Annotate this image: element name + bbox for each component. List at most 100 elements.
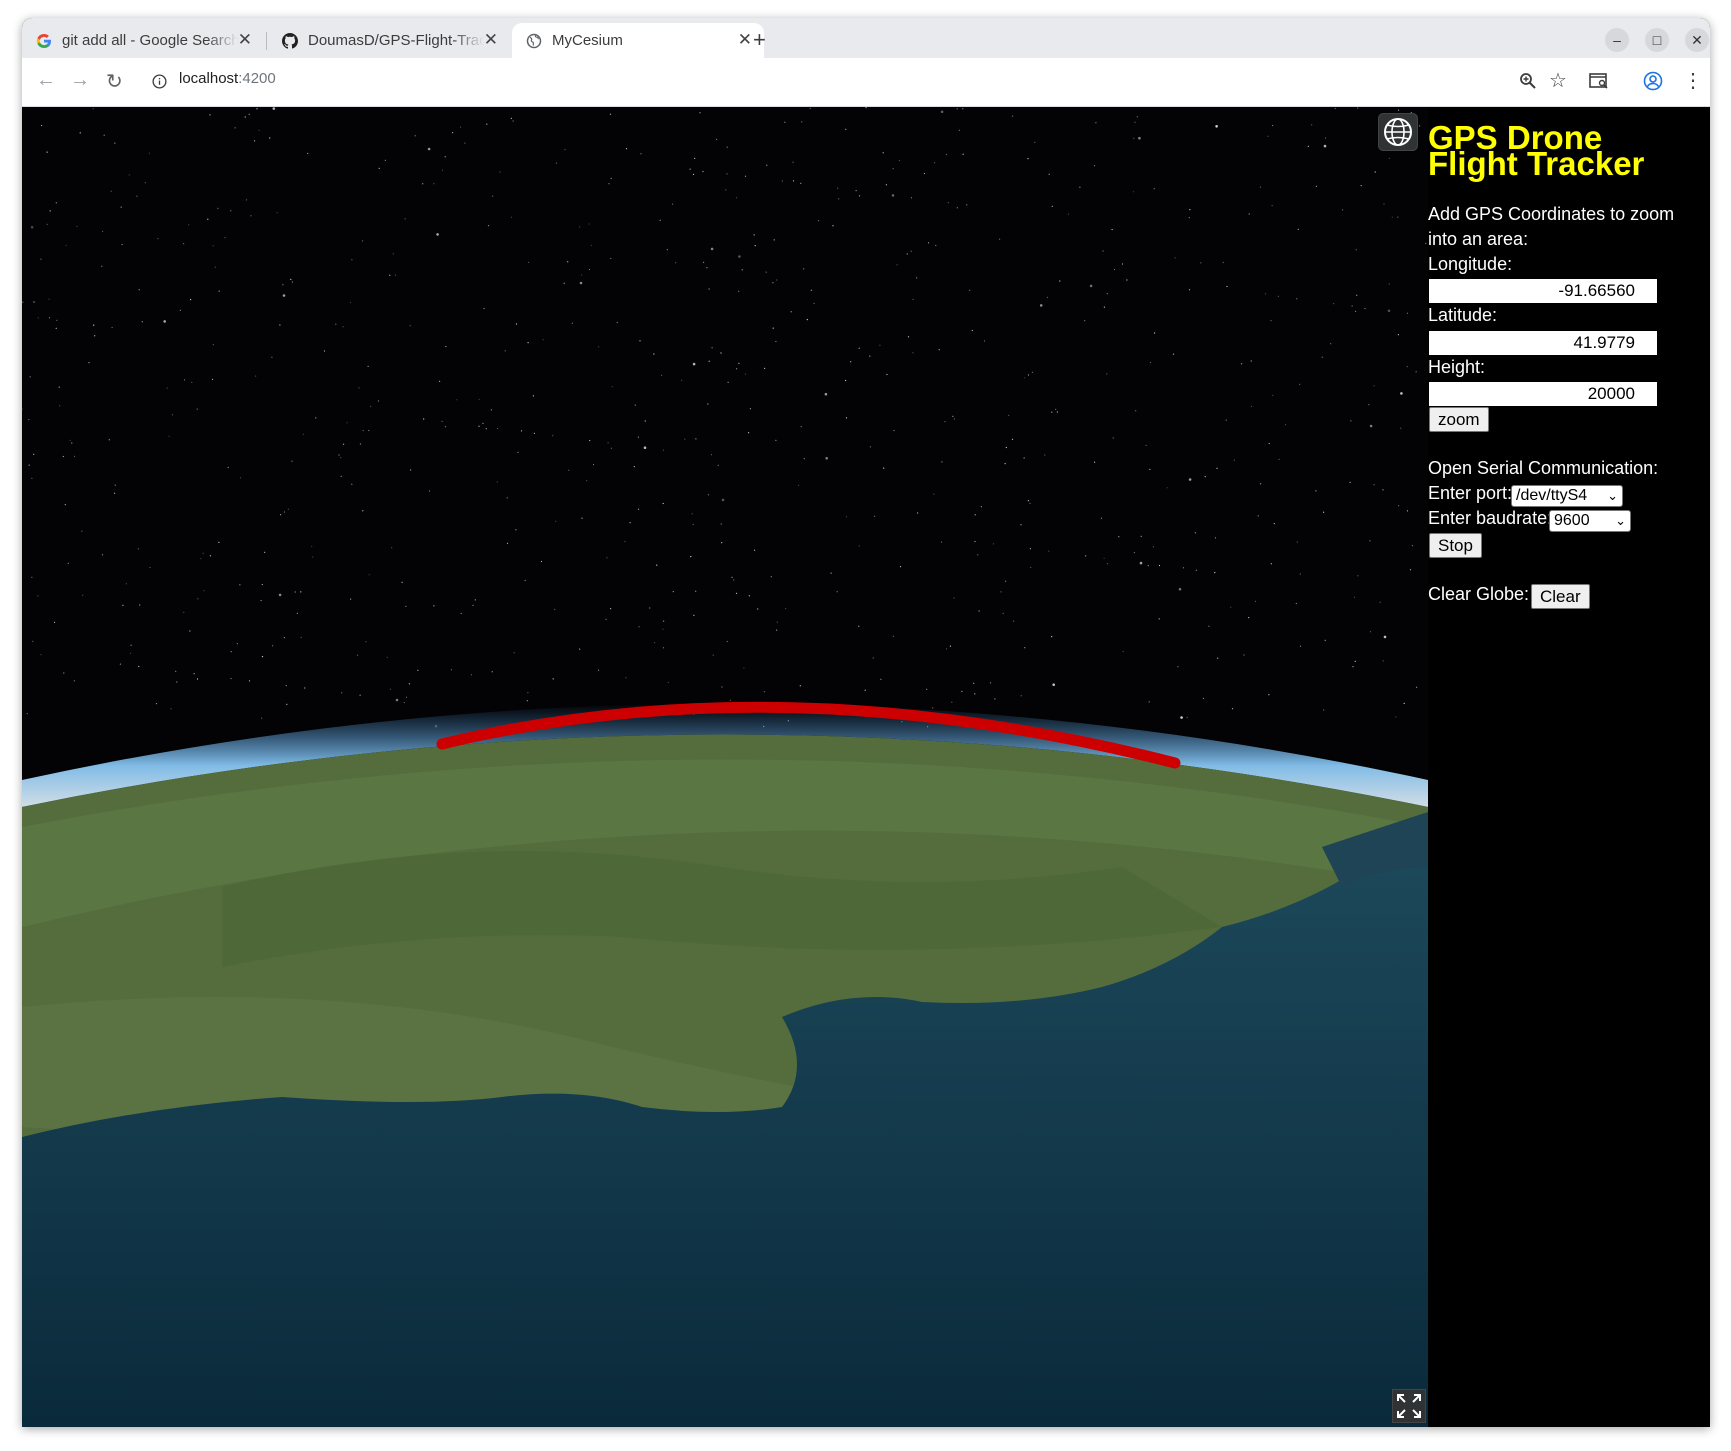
star xyxy=(175,670,177,672)
star xyxy=(197,598,199,600)
star xyxy=(444,156,446,158)
site-info-icon[interactable] xyxy=(152,74,167,89)
star xyxy=(886,373,888,376)
star xyxy=(1257,515,1259,517)
new-tab-button[interactable]: + xyxy=(753,27,766,53)
star xyxy=(974,693,976,695)
star xyxy=(1158,618,1160,620)
star xyxy=(1147,565,1149,567)
globe-view-button[interactable] xyxy=(1378,113,1418,151)
star xyxy=(858,625,860,627)
zoom-icon[interactable] xyxy=(1519,72,1537,90)
baudrate-select[interactable]: 9600 ⌄ xyxy=(1549,510,1631,532)
star xyxy=(1395,716,1397,718)
star xyxy=(81,530,83,532)
cesium-globe-viewer[interactable] xyxy=(22,107,1428,1427)
forward-icon[interactable]: → xyxy=(70,69,90,92)
tab-mycesium[interactable]: MyCesium ✕ xyxy=(512,23,764,58)
star xyxy=(940,541,943,543)
profile-icon[interactable] xyxy=(1643,71,1663,91)
star xyxy=(250,215,252,217)
star xyxy=(1382,660,1384,662)
stop-button[interactable]: Stop xyxy=(1429,533,1482,558)
back-icon[interactable]: ← xyxy=(36,69,56,92)
close-tab-icon[interactable]: ✕ xyxy=(238,30,252,50)
star xyxy=(770,576,772,578)
minimize-button[interactable]: – xyxy=(1605,28,1629,52)
star xyxy=(945,153,948,156)
star xyxy=(1355,249,1357,251)
clear-button[interactable]: Clear xyxy=(1531,584,1590,609)
star xyxy=(1248,617,1250,619)
star xyxy=(1398,505,1400,507)
star xyxy=(892,168,894,170)
star xyxy=(1217,657,1219,659)
star xyxy=(629,522,631,524)
star xyxy=(1354,660,1356,663)
star xyxy=(1189,209,1191,211)
star xyxy=(403,702,405,704)
star xyxy=(675,262,677,264)
star xyxy=(1094,461,1096,463)
globe-icon xyxy=(526,33,542,48)
star xyxy=(342,326,344,328)
star xyxy=(456,399,458,401)
star xyxy=(1268,694,1270,696)
star xyxy=(656,564,658,566)
height-input[interactable] xyxy=(1429,382,1657,406)
menu-icon[interactable]: ⋮ xyxy=(1683,68,1703,93)
star xyxy=(1299,645,1302,647)
tab-google-search[interactable]: git add all - Google Search ✕ xyxy=(22,23,264,58)
close-window-button[interactable]: ✕ xyxy=(1685,28,1709,52)
star xyxy=(1272,394,1274,396)
star xyxy=(214,266,216,268)
star xyxy=(92,108,94,110)
star xyxy=(792,161,794,163)
bookmark-star-icon[interactable]: ☆ xyxy=(1549,68,1567,93)
tab-search-icon[interactable] xyxy=(1589,72,1609,90)
star xyxy=(974,514,976,516)
reload-icon[interactable]: ↻ xyxy=(106,69,123,94)
star xyxy=(1373,385,1375,387)
star xyxy=(340,457,342,459)
star xyxy=(1095,122,1097,124)
star xyxy=(606,557,608,559)
close-tab-icon[interactable]: ✕ xyxy=(738,30,752,50)
star xyxy=(212,344,214,346)
address-bar[interactable] xyxy=(142,64,1622,98)
star xyxy=(1383,635,1387,639)
latitude-input[interactable] xyxy=(1429,331,1657,355)
star xyxy=(261,656,264,658)
star xyxy=(1323,144,1327,148)
star xyxy=(643,446,647,450)
star xyxy=(1121,263,1124,265)
star xyxy=(605,618,607,620)
zoom-button[interactable]: zoom xyxy=(1429,407,1489,432)
star xyxy=(977,554,979,556)
star xyxy=(1270,320,1272,322)
star xyxy=(73,455,76,457)
star xyxy=(62,455,64,458)
star xyxy=(579,226,581,228)
star xyxy=(323,350,326,352)
star xyxy=(48,298,50,300)
close-tab-icon[interactable]: ✕ xyxy=(484,30,498,50)
star xyxy=(1012,115,1014,117)
star xyxy=(389,274,391,276)
fullscreen-button[interactable] xyxy=(1392,1389,1426,1423)
tab-github[interactable]: DoumasD/GPS-Flight-Tracker ✕ xyxy=(268,23,510,58)
star xyxy=(800,426,802,428)
star xyxy=(637,508,640,510)
star xyxy=(30,225,34,229)
star xyxy=(962,108,964,110)
star xyxy=(1250,360,1252,362)
star xyxy=(880,678,882,680)
maximize-button[interactable]: □ xyxy=(1645,28,1669,52)
port-select[interactable]: /dev/ttyS4 ⌄ xyxy=(1511,485,1623,507)
star xyxy=(472,604,474,606)
longitude-input[interactable] xyxy=(1429,279,1657,303)
star xyxy=(1419,125,1421,127)
star xyxy=(858,545,860,547)
star xyxy=(1323,511,1325,513)
star xyxy=(832,225,834,227)
